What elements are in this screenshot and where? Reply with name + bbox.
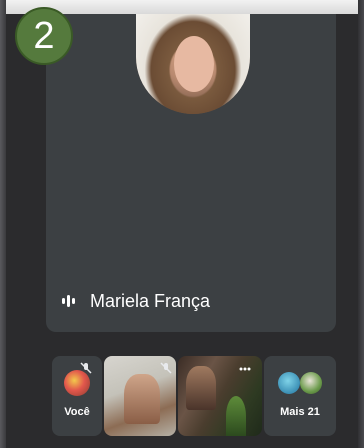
participant-video-plant xyxy=(226,396,246,436)
participant-video-tile[interactable] xyxy=(178,356,262,436)
more-participants-button[interactable]: Mais 21 xyxy=(264,356,336,436)
audio-level-icon xyxy=(239,367,251,371)
speaker-name-row: Mariela França xyxy=(62,288,210,314)
mic-off-icon xyxy=(80,362,92,374)
more-participants-label: Mais 21 xyxy=(280,406,320,418)
self-label: Você xyxy=(64,406,90,418)
window-edge-left xyxy=(0,0,6,448)
participant-video-tile[interactable] xyxy=(104,356,176,436)
participant-video-figure xyxy=(124,374,160,424)
audio-level-icon xyxy=(62,295,75,307)
window-edge-right xyxy=(358,0,364,448)
participant-avatar xyxy=(300,372,322,394)
step-badge: 2 xyxy=(15,7,73,65)
participant-avatar xyxy=(278,372,300,394)
speaker-name: Mariela França xyxy=(90,290,211,311)
participant-video-figure xyxy=(186,366,216,410)
self-participant-tile[interactable]: Você xyxy=(52,356,102,436)
mic-off-icon xyxy=(160,362,172,374)
main-speaker-avatar xyxy=(136,14,250,114)
